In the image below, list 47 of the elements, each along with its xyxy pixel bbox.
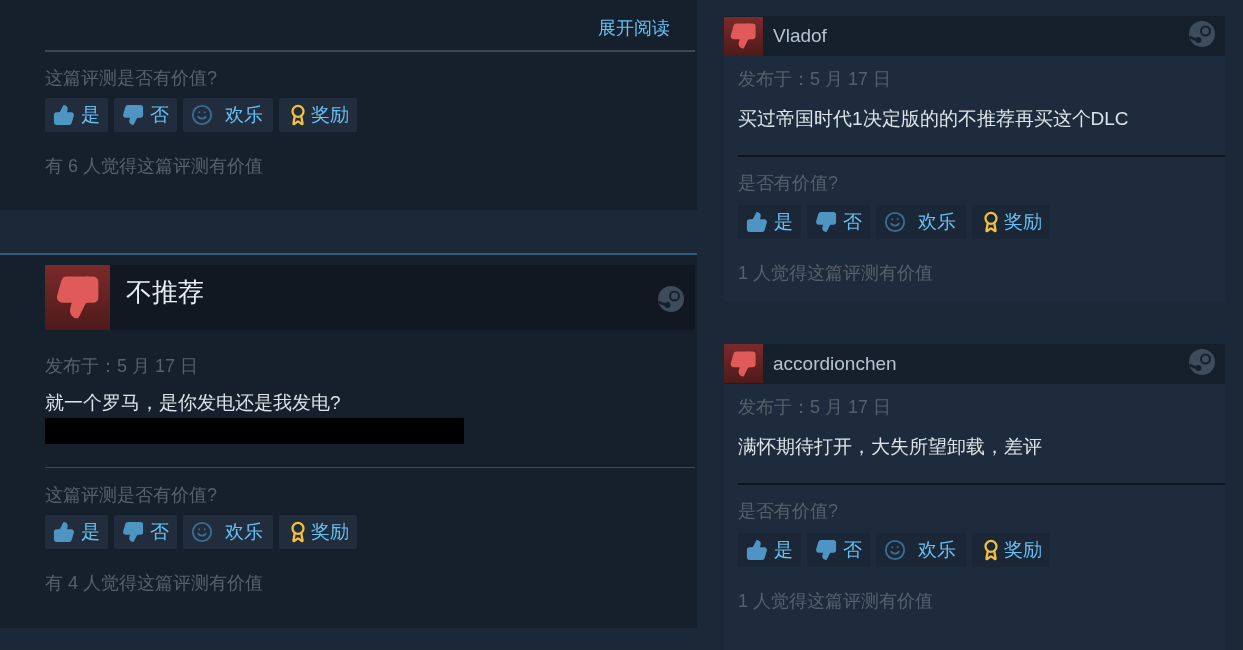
- no-vote-button[interactable]: 否: [807, 205, 870, 239]
- recommendation-title: 不推荐: [126, 276, 205, 309]
- thumbs-down-icon: [122, 104, 144, 126]
- posted-date: 发布于：5 月 17 日: [45, 355, 200, 378]
- steam-logo-icon: [1188, 347, 1216, 376]
- posted-date: 发布于：5 月 17 日: [738, 395, 893, 419]
- helpful-count: 有 6 人觉得这篇评测有价值: [45, 155, 264, 178]
- smiley-icon: [884, 211, 906, 233]
- yes-vote-button[interactable]: 是: [45, 515, 108, 549]
- award-vote-button[interactable]: 奖励: [972, 532, 1050, 567]
- steam-logo-icon: [1188, 20, 1216, 48]
- thumbs-up-icon: [746, 538, 768, 561]
- thumbs-down-icon: [815, 211, 837, 233]
- posted-date: 发布于：5 月 17 日: [738, 68, 893, 91]
- no-vote-button[interactable]: 否: [114, 98, 177, 132]
- helpful-count: 有 4 人觉得这篇评测有价值: [45, 572, 264, 595]
- helpful-question: 是否有价值?: [738, 499, 839, 523]
- helpful-count: 1 人觉得这篇评测有价值: [738, 589, 934, 613]
- steam-logo-icon: [657, 285, 685, 313]
- award-vote-button[interactable]: 奖励: [279, 98, 357, 132]
- no-vote-button[interactable]: 否: [807, 532, 870, 567]
- review-text: 就一个罗马，是你发电还是我发电?: [45, 391, 342, 415]
- helpful-question: 是否有价值?: [738, 172, 839, 195]
- yes-vote-button[interactable]: 是: [738, 532, 801, 567]
- thumbs-up-icon: [53, 104, 75, 126]
- funny-vote-button[interactable]: 欢乐: [183, 515, 273, 549]
- read-more-link[interactable]: 展开阅读: [598, 16, 670, 40]
- award-vote-button[interactable]: 奖励: [279, 515, 357, 549]
- thumbs-up-icon: [746, 211, 768, 233]
- helpful-question: 这篇评测是否有价值?: [45, 67, 218, 90]
- helpful-question: 这篇评测是否有价值?: [45, 484, 218, 507]
- smiley-icon: [191, 104, 213, 126]
- helpful-count: 1 人觉得这篇评测有价值: [738, 262, 934, 285]
- funny-vote-button[interactable]: 欢乐: [183, 98, 273, 132]
- thumbs-up-icon: [53, 521, 75, 543]
- review-text: 满怀期待打开，大失所望卸载，差评: [738, 434, 1043, 459]
- review-text: 买过帝国时代1决定版的的不推荐再买这个DLC: [738, 107, 1130, 131]
- award-vote-button[interactable]: 奖励: [972, 205, 1050, 239]
- yes-vote-button[interactable]: 是: [738, 205, 801, 239]
- funny-vote-button[interactable]: 欢乐: [876, 532, 966, 567]
- thumbs-down-icon: [815, 538, 837, 561]
- thumbs-down-icon: [122, 521, 144, 543]
- smiley-icon: [884, 538, 906, 561]
- funny-vote-button[interactable]: 欢乐: [876, 205, 966, 239]
- no-vote-button[interactable]: 否: [114, 515, 177, 549]
- yes-vote-button[interactable]: 是: [45, 98, 108, 132]
- smiley-icon: [191, 521, 213, 543]
